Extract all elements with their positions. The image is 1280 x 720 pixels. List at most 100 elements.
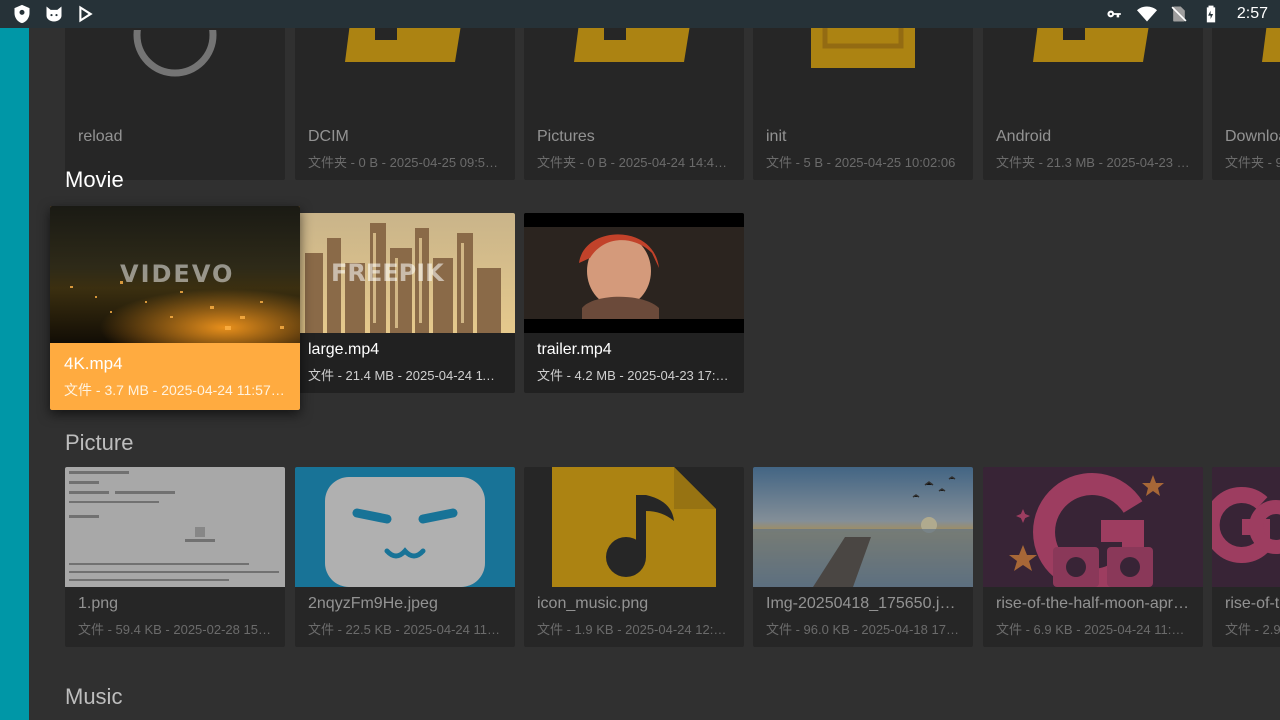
folder-card-reload[interactable]: reload — [65, 28, 285, 180]
folder-icon — [1262, 28, 1280, 62]
card-name: 2nqyzFm9He.jpeg — [308, 595, 438, 612]
card-name: Img-20250418_175650.jpeg — [766, 595, 960, 612]
card-info: Downloa 文件夹 - 9 — [1212, 120, 1280, 180]
image-thumbnail — [295, 467, 515, 587]
card-info: init 文件 - 5 B - 2025-04-25 10:02:06 — [753, 120, 973, 180]
watermark-text: FREEPIK — [331, 259, 445, 287]
file-icon — [811, 28, 915, 68]
card-name: rise-of-the-half-moon-april-6… — [996, 595, 1190, 612]
document-screenshot-thumbnail — [65, 467, 285, 587]
image-thumbnail — [753, 467, 973, 587]
video-card-4k[interactable]: VIDEVO 4K.mp4 文件 - 3.7 MB - 2025-04-24 1… — [50, 206, 300, 410]
shield-icon — [12, 4, 32, 24]
bilibili-face-thumbnail — [295, 467, 515, 587]
card-meta: 文件 - 1.9 KB - 2025-04-24 12:01:46 — [537, 622, 731, 637]
reload-icon — [125, 28, 225, 77]
folder-icon — [1033, 28, 1149, 62]
reload-thumbnail — [65, 28, 285, 120]
image-thumbnail — [983, 467, 1203, 587]
folder-icon — [574, 28, 690, 62]
card-name: reload — [78, 128, 123, 145]
image-card-2nqyzfm9he[interactable]: 2nqyzFm9He.jpeg 文件 - 22.5 KB - 2025-04-2… — [295, 467, 515, 647]
card-name: rise-of-th — [1225, 595, 1280, 612]
skyline-thumbnail: FREEPIK — [295, 213, 515, 333]
card-meta: 文件夹 - 9 — [1225, 155, 1280, 170]
card-name: init — [766, 128, 787, 145]
image-card-1png[interactable]: 1.png 文件 - 59.4 KB - 2025-02-28 15:04:… — [65, 467, 285, 647]
card-meta: 文件夹 - 0 B - 2025-04-25 09:59:44 — [308, 155, 502, 170]
card-name: large.mp4 — [308, 341, 380, 358]
video-card-large[interactable]: FREEPIK large.mp4 文件 - 21.4 MB - 2025-04… — [295, 213, 515, 393]
vpn-key-icon — [1105, 4, 1125, 24]
status-time: 2:57 — [1236, 5, 1268, 22]
folder-thumbnail — [983, 28, 1203, 120]
watermark-text: VIDEVO — [120, 260, 234, 288]
folder-card-pictures[interactable]: Pictures 文件夹 - 0 B - 2025-04-24 14:49:22 — [524, 28, 744, 180]
card-name: 1.png — [78, 595, 119, 612]
card-name: icon_music.png — [537, 595, 649, 612]
cat-icon — [44, 4, 64, 24]
card-info: 2nqyzFm9He.jpeg 文件 - 22.5 KB - 2025-04-2… — [295, 587, 515, 647]
card-info: rise-of-th 文件 - 2.9 — [1212, 587, 1280, 647]
trailer-thumbnail — [524, 213, 744, 333]
image-card-icon-music[interactable]: icon_music.png 文件 - 1.9 KB - 2025-04-24 … — [524, 467, 744, 647]
card-meta: 文件 - 22.5 KB - 2025-04-24 11:06:… — [308, 622, 502, 637]
card-info: rise-of-the-half-moon-april-6… 文件 - 6.9 … — [983, 587, 1203, 647]
card-name: trailer.mp4 — [537, 341, 612, 358]
folder-card-android[interactable]: Android 文件夹 - 21.3 MB - 2025-04-23 11… — [983, 28, 1203, 180]
card-info: trailer.mp4 文件 - 4.2 MB - 2025-04-23 17:… — [524, 333, 744, 393]
navigation-rail[interactable] — [0, 28, 29, 720]
card-info: large.mp4 文件 - 21.4 MB - 2025-04-24 11:5… — [295, 333, 515, 393]
card-meta: 文件 - 59.4 KB - 2025-02-28 15:04:… — [78, 622, 272, 637]
game-logo-thumbnail — [983, 467, 1203, 587]
card-info: Pictures 文件夹 - 0 B - 2025-04-24 14:49:22 — [524, 120, 744, 180]
wifi-icon — [1136, 4, 1157, 24]
card-meta: 文件 - 5 B - 2025-04-25 10:02:06 — [766, 155, 956, 170]
folder-thumbnail — [1212, 28, 1280, 120]
card-info: Android 文件夹 - 21.3 MB - 2025-04-23 11… — [983, 120, 1203, 180]
status-bar-right: 2:57 — [1105, 4, 1268, 24]
card-meta: 文件 - 2.9 — [1225, 622, 1280, 637]
card-name: Downloa — [1225, 128, 1280, 145]
card-name: DCIM — [308, 128, 349, 145]
section-title-picture: Picture — [65, 430, 134, 455]
folder-icon — [345, 28, 461, 62]
image-thumbnail — [65, 467, 285, 587]
card-meta: 文件 - 4.2 MB - 2025-04-23 17:12:… — [537, 368, 731, 383]
game-logo-thumbnail — [1212, 467, 1280, 587]
video-card-trailer[interactable]: trailer.mp4 文件 - 4.2 MB - 2025-04-23 17:… — [524, 213, 744, 393]
card-meta: 文件 - 3.7 MB - 2025-04-24 11:57:… — [64, 382, 286, 398]
music-file-icon — [552, 467, 716, 587]
battery-charging-icon — [1201, 4, 1221, 24]
card-meta: 文件 - 6.9 KB - 2025-04-24 11:05:38 — [996, 622, 1190, 637]
card-info: 1.png 文件 - 59.4 KB - 2025-02-28 15:04:… — [65, 587, 285, 647]
no-sim-icon — [1169, 4, 1189, 24]
card-info: Img-20250418_175650.jpeg 文件 - 96.0 KB - … — [753, 587, 973, 647]
play-store-icon — [76, 4, 96, 24]
folder-card-dcim[interactable]: DCIM 文件夹 - 0 B - 2025-04-25 09:59:44 — [295, 28, 515, 180]
section-title-movie: Movie — [65, 167, 124, 192]
card-info: 4K.mp4 文件 - 3.7 MB - 2025-04-24 11:57:… — [50, 343, 300, 410]
card-meta: 文件 - 96.0 KB - 2025-04-18 17:56:… — [766, 622, 960, 637]
card-name: Android — [996, 128, 1052, 145]
image-card-rise-of-the-half-moon-2[interactable]: rise-of-th 文件 - 2.9 — [1212, 467, 1280, 647]
card-info: icon_music.png 文件 - 1.9 KB - 2025-04-24 … — [524, 587, 744, 647]
status-bar: 2:57 — [0, 0, 1280, 28]
folder-thumbnail — [295, 28, 515, 120]
image-card-img-20250418[interactable]: Img-20250418_175650.jpeg 文件 - 96.0 KB - … — [753, 467, 973, 647]
card-meta: 文件夹 - 0 B - 2025-04-24 14:49:22 — [537, 155, 731, 170]
video-thumbnail — [524, 213, 744, 333]
status-bar-left — [12, 4, 96, 24]
file-thumbnail — [753, 28, 973, 120]
card-name: 4K.mp4 — [64, 354, 123, 373]
image-card-rise-of-the-half-moon[interactable]: rise-of-the-half-moon-april-6… 文件 - 6.9 … — [983, 467, 1203, 647]
folder-card-download[interactable]: Downloa 文件夹 - 9 — [1212, 28, 1280, 180]
city-night-thumbnail: VIDEVO — [50, 206, 300, 343]
folder-thumbnail — [524, 28, 744, 120]
section-title-music: Music — [65, 684, 123, 709]
file-card-init[interactable]: init 文件 - 5 B - 2025-04-25 10:02:06 — [753, 28, 973, 180]
file-browser: reload DCIM 文件夹 - 0 B - 2025-04-25 09:59… — [29, 28, 1280, 720]
card-meta: 文件夹 - 21.3 MB - 2025-04-23 11… — [996, 155, 1190, 170]
image-thumbnail — [1212, 467, 1280, 587]
video-thumbnail: VIDEVO — [50, 206, 300, 343]
